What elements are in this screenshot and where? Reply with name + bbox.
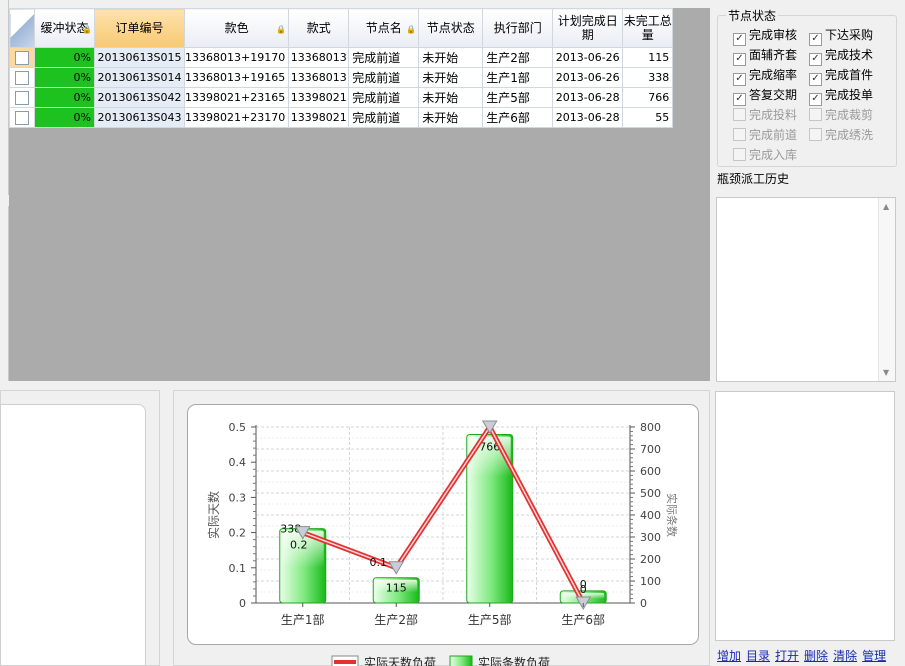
y-axis-title-right: 实际条数: [665, 493, 679, 537]
y-tick-label-right: 700: [640, 443, 661, 456]
x-tick-label: 生产1部: [281, 612, 325, 627]
line-data-label: 0.1: [370, 556, 388, 569]
x-tick-label: 生产6部: [561, 612, 605, 627]
x-tick-label: 生产2部: [374, 612, 418, 627]
y-tick-label-left: 0.4: [229, 456, 247, 469]
y-tick-label-right: 500: [640, 487, 661, 500]
line-data-label: 0: [580, 583, 587, 596]
y-tick-label-left: 0.2: [229, 527, 247, 540]
x-tick-label: 生产5部: [468, 612, 512, 627]
y-tick-label-right: 600: [640, 465, 661, 478]
y-tick-label-right: 400: [640, 509, 661, 522]
y-tick-label-right: 100: [640, 575, 661, 588]
load-chart: 0 0.1 0.2 0.3 0.4 0.5 0 100 200 300 400 500 600 700 80…: [206, 420, 679, 666]
y-tick-label-right: 800: [640, 421, 661, 434]
legend-bar-swatch: [449, 655, 473, 666]
y-tick-label-right: 200: [640, 553, 661, 566]
y-tick-label-right: 0: [640, 597, 647, 610]
bar-data-label: 115: [386, 582, 407, 595]
legend-bar-label: 实际条数负荷: [478, 655, 550, 666]
y-tick-label-left: 0.1: [229, 562, 247, 575]
line-data-label: 0.2: [290, 539, 308, 552]
legend-line-label: 实际天数负荷: [364, 655, 436, 666]
y-tick-label-left: 0.5: [229, 421, 247, 434]
y-tick-label-left: 0.3: [229, 491, 247, 504]
y-tick-label-right: 300: [640, 531, 661, 544]
y-axis-title-left: 实际天数: [206, 491, 221, 539]
y-tick-label-left: 0: [239, 597, 246, 610]
